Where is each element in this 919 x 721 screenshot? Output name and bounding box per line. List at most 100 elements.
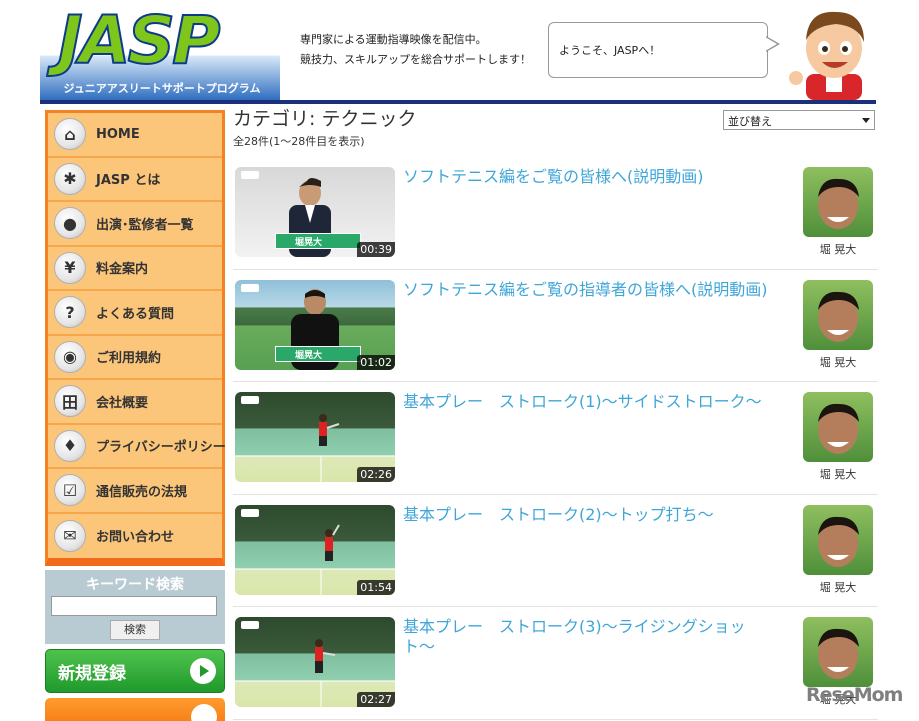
video-title-link[interactable]: ソフトテニス編をご覧の皆様へ(説明動画): [403, 167, 773, 187]
author-name: 堀 晃大: [819, 468, 857, 481]
list-item: 01:54 基本プレー ストローク(2)〜トップ打ち〜 堀 晃大: [233, 495, 878, 607]
sidebar-item-home[interactable]: ⌂ HOME: [48, 113, 222, 158]
sidebar-item-performers[interactable]: ● 出演･監修者一覧: [48, 202, 222, 247]
sidebar-item-faq[interactable]: ? よくある質問: [48, 291, 222, 336]
search-title: キーワード検索: [86, 577, 184, 593]
author-card[interactable]: 堀 晃大: [801, 279, 875, 370]
list-item: 02:27 基本プレー ストローク(3)〜ライジングショット〜 堀 晃大: [233, 607, 878, 720]
list-item: 02:26 基本プレー ストローク(1)〜サイドストローク〜 堀 晃大: [233, 382, 878, 495]
header-divider: [40, 100, 876, 104]
channel-badge: [241, 396, 259, 404]
resemom-watermark: ReseMom: [806, 684, 903, 706]
avatar: [803, 617, 873, 687]
video-thumbnail[interactable]: 01:54: [235, 504, 395, 595]
video-thumbnail[interactable]: 02:26: [235, 392, 395, 482]
register-label: 新規登録: [58, 663, 126, 684]
sort-selected-value: 並び替え: [728, 115, 772, 128]
avatar: [803, 279, 873, 350]
channel-badge: [241, 621, 259, 629]
header-description: 専門家による運動指導映像を配信中。 競技力、スキルアップを総合サポートします！: [300, 30, 531, 70]
header-description-line-2: 競技力、スキルアップを総合サポートします！: [300, 53, 531, 66]
sidebar-item-label: 通信販売の法規: [96, 484, 188, 500]
welcome-bubble: ようこそ、JASPへ！: [548, 22, 768, 78]
secondary-button[interactable]: [45, 698, 225, 721]
sidebar-item-label: 出演･監修者一覧: [96, 217, 194, 233]
lower-third-name: 堀晃大: [295, 238, 323, 248]
mascot-character-icon: [789, 11, 864, 100]
sidebar-item-about[interactable]: ✱ JASP とは: [48, 158, 222, 202]
person-icon: ✱: [54, 162, 86, 195]
avatar: [803, 167, 873, 237]
sidebar-item-label: HOME: [96, 126, 140, 142]
jasp-logo[interactable]: JASP ジュニアアスリートサポートプログラム: [40, 0, 280, 100]
key-icon: ♦: [54, 429, 86, 462]
avatar: [803, 504, 873, 575]
author-name: 堀 晃大: [819, 243, 857, 256]
chevron-down-icon: [862, 118, 870, 123]
sidebar-item-label: よくある質問: [96, 306, 175, 322]
checkbox-icon: ☑: [54, 474, 86, 507]
yen-icon: ¥: [54, 251, 86, 284]
sidebar-item-contact[interactable]: ✉ お問い合わせ: [48, 514, 222, 559]
site-header: JASP ジュニアアスリートサポートプログラム 専門家による運動指導映像を配信中…: [0, 0, 919, 104]
video-title-link[interactable]: 基本プレー ストローク(1)〜サイドストローク〜: [403, 392, 773, 412]
lower-third-name: 堀晃大: [295, 350, 323, 361]
video-duration: 01:02: [357, 354, 395, 370]
bubble-tail: [765, 36, 780, 52]
sidebar-item-label: 料金案内: [96, 262, 149, 278]
author-card[interactable]: 堀 晃大: [801, 392, 875, 482]
video-title-link[interactable]: 基本プレー ストローク(3)〜ライジングショット〜: [403, 617, 773, 657]
arrow-circle-icon: [191, 704, 217, 721]
video-duration: 02:27: [357, 692, 395, 707]
channel-badge: [241, 283, 259, 292]
video-title-link[interactable]: 基本プレー ストローク(2)〜トップ打ち〜: [403, 505, 773, 525]
sidebar-item-company[interactable]: 田 会社概要: [48, 380, 222, 425]
author-face-icon: [818, 291, 859, 342]
video-thumbnail[interactable]: 堀晃大 01:02: [235, 279, 395, 370]
channel-badge: [241, 171, 259, 179]
sidebar-item-label: 会社概要: [96, 395, 149, 411]
list-item: 堀晃大 01:02 ソフトテニス編をご覧の指導者の皆様へ(説明動画) 堀 晃大: [233, 270, 878, 382]
author-name: 堀 晃大: [819, 355, 857, 369]
list-item: 堀晃大 00:39 ソフトテニス編をご覧の皆様へ(説明動画) 堀 晃大: [233, 157, 878, 270]
sidebar-item-commerce-law[interactable]: ☑ 通信販売の法規: [48, 469, 222, 514]
lightbulb-icon: ◉: [54, 340, 86, 373]
sidebar-item-label: ご利用規約: [96, 351, 162, 367]
sidebar-item-label: JASP とは: [96, 173, 161, 189]
author-name: 堀 晃大: [819, 580, 857, 594]
avatar: [803, 392, 873, 462]
sidebar-item-label: お問い合わせ: [96, 530, 175, 546]
sort-dropdown[interactable]: 並び替え: [723, 110, 875, 130]
sidebar: ⌂ HOME ✱ JASP とは ● 出演･監修者一覧 ¥ 料金案内 ? よくあ…: [45, 110, 226, 721]
register-button[interactable]: 新規登録: [45, 649, 225, 693]
keyword-search-box: キーワード検索 検索: [45, 570, 225, 644]
sidebar-item-privacy[interactable]: ♦ プライバシーポリシー: [48, 425, 226, 469]
video-duration: 02:26: [357, 467, 395, 482]
sidebar-item-pricing[interactable]: ¥ 料金案内: [48, 247, 222, 291]
sidebar-nav: ⌂ HOME ✱ JASP とは ● 出演･監修者一覧 ¥ 料金案内 ? よくあ…: [45, 110, 226, 566]
author-card[interactable]: 堀 晃大: [801, 167, 875, 257]
video-title-link[interactable]: ソフトテニス編をご覧の指導者の皆様へ(説明動画): [403, 280, 773, 300]
author-face-icon: [818, 516, 859, 567]
video-thumbnail[interactable]: 02:27: [235, 617, 395, 707]
envelope-icon: ✉: [54, 519, 86, 552]
building-icon: 田: [54, 385, 86, 418]
search-input[interactable]: [51, 596, 217, 616]
header-description-line-1: 専門家による運動指導映像を配信中。: [300, 33, 487, 46]
house-icon: ⌂: [54, 118, 86, 151]
channel-badge: [241, 508, 259, 517]
user-silhouette-icon: ●: [54, 207, 86, 240]
video-duration: 00:39: [357, 242, 395, 257]
author-face-icon: [818, 178, 859, 229]
sidebar-item-terms[interactable]: ◉ ご利用規約: [48, 336, 222, 380]
result-count: 全28件(1〜28件目を表示): [233, 135, 365, 148]
video-duration: 01:54: [357, 579, 395, 595]
play-arrow-icon: [190, 658, 216, 684]
video-thumbnail[interactable]: 堀晃大 00:39: [235, 167, 395, 257]
question-icon: ?: [54, 296, 86, 329]
main-content: カテゴリ: テクニック 全28件(1〜28件目を表示) 並び替え 堀晃大 00:…: [233, 106, 878, 720]
author-card[interactable]: 堀 晃大: [801, 504, 875, 595]
logo-text: JASP: [57, 1, 222, 80]
search-button[interactable]: 検索: [110, 620, 160, 640]
sidebar-item-label: プライバシーポリシー: [96, 440, 226, 456]
